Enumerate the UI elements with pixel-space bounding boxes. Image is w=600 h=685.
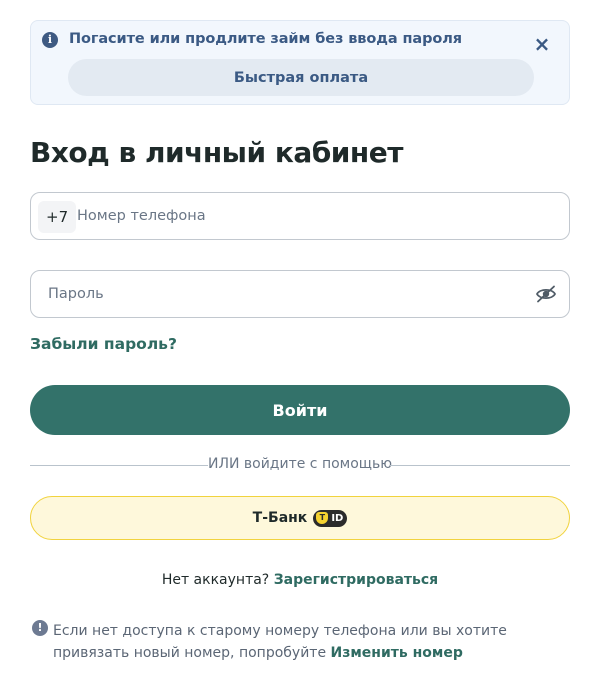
phone-field: +7 [30,192,570,240]
register-link[interactable]: Зарегистрироваться [274,572,438,588]
eye-off-icon[interactable] [535,284,557,304]
tbank-id-button[interactable]: Т-Банк T ID [30,496,570,540]
phone-prefix: +7 [38,201,77,233]
banner-text: Погасите или продлите займ без ввода пар… [69,31,462,47]
page-title: Вход в личный кабинет [30,136,403,169]
tbank-id-badge: T ID [313,509,348,527]
register-row: Нет аккаунта? Зарегистрироваться [0,572,600,588]
password-field [30,270,570,318]
divider-line-right [390,465,570,466]
tbank-label: Т-Банк [252,510,308,526]
alert-icon: ! [32,620,48,636]
phone-input[interactable] [77,193,557,239]
tbank-shield-icon: T [316,512,329,524]
notice-text: Если нет доступа к старому номеру телефо… [53,620,563,664]
login-button[interactable]: Войти [30,385,570,435]
close-icon[interactable]: × [533,34,551,54]
divider-text: ИЛИ войдите с помощью [207,456,393,472]
change-number-link[interactable]: Изменить номер [331,645,463,661]
tbank-id-text: ID [331,512,344,524]
info-icon: i [42,32,58,48]
password-input[interactable] [48,271,528,317]
quick-pay-banner: i Погасите или продлите займ без ввода п… [30,20,570,105]
register-prompt: Нет аккаунта? [161,572,270,588]
quick-pay-button[interactable]: Быстрая оплата [68,59,534,96]
or-divider: ИЛИ войдите с помощью [30,455,570,475]
forgot-password-link[interactable]: Забыли пароль? [30,335,177,353]
